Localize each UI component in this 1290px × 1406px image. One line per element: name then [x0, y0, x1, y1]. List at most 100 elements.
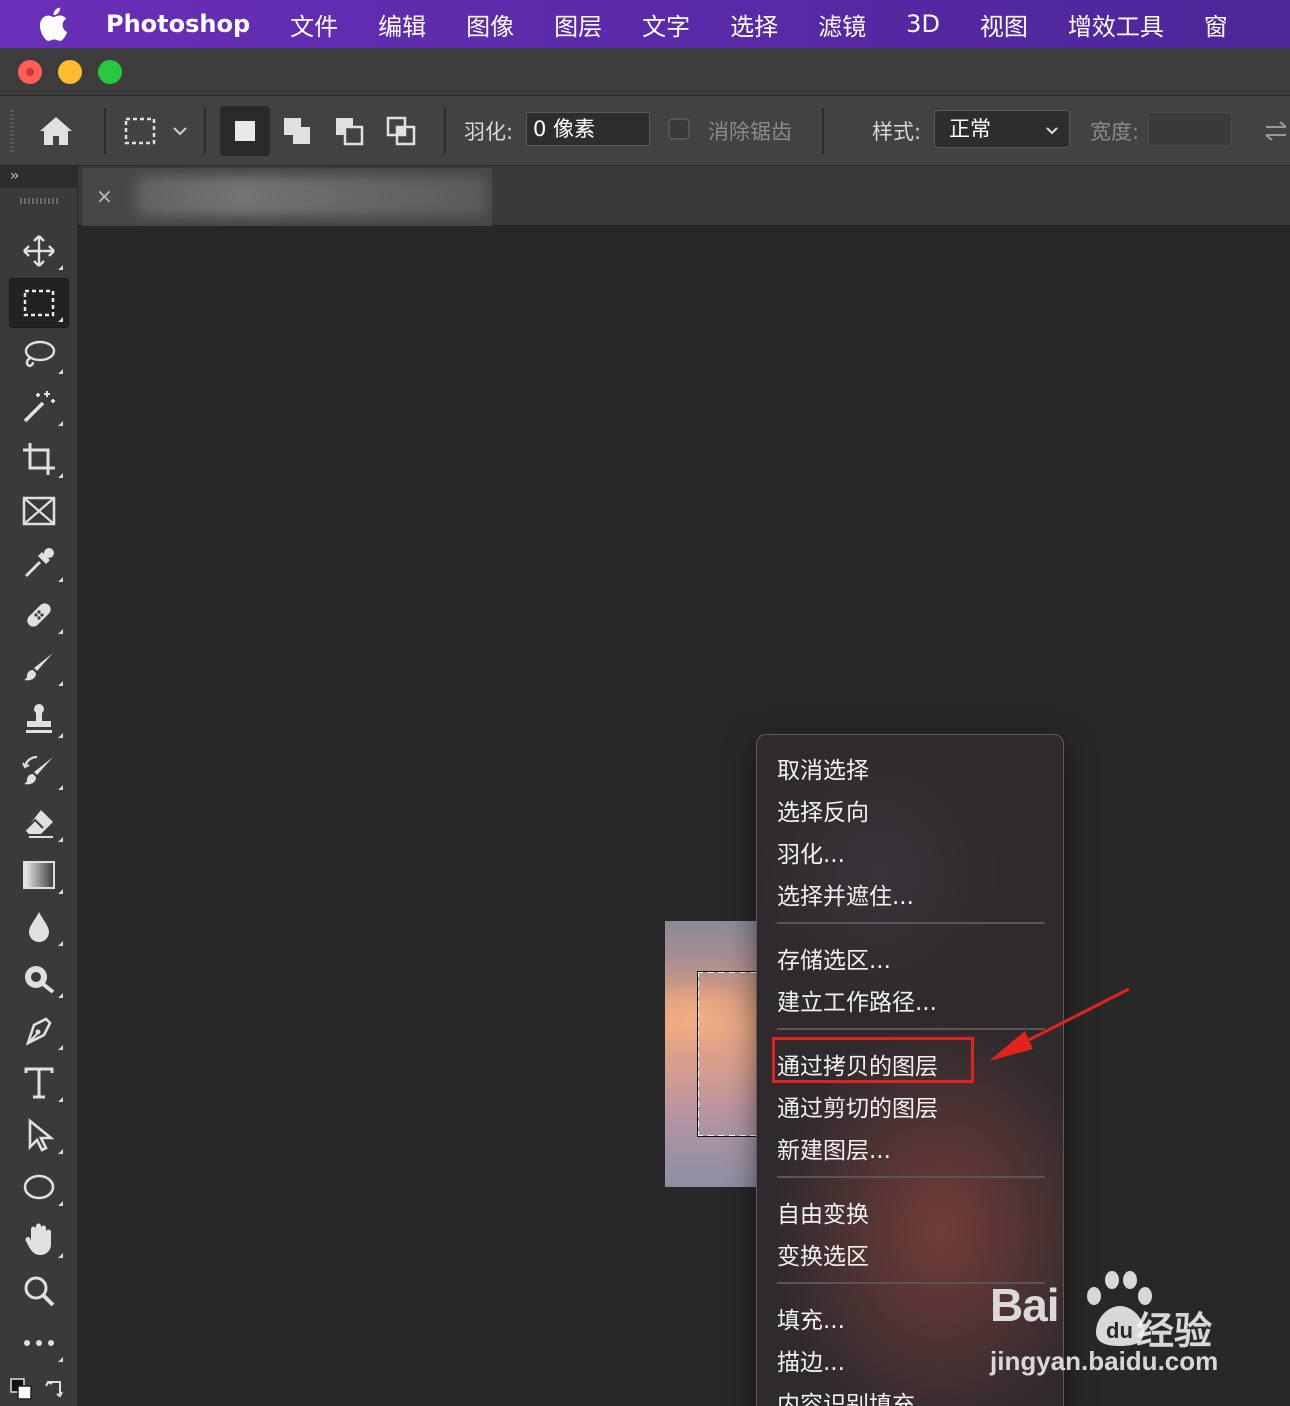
menu-item-select-and-mask[interactable]: 选择并遮住...: [777, 877, 914, 911]
options-bar-grip[interactable]: [10, 110, 14, 152]
chevron-down-icon: [1045, 111, 1059, 147]
zoom-window-button[interactable]: [98, 60, 122, 84]
divider: [204, 108, 206, 154]
eraser-tool-icon[interactable]: [9, 798, 69, 848]
menu-type[interactable]: 文字: [642, 7, 690, 42]
menu-file[interactable]: 文件: [290, 7, 338, 42]
gradient-tool-icon[interactable]: [9, 850, 69, 900]
more-tools-icon[interactable]: [9, 1318, 69, 1368]
divider: [104, 108, 106, 154]
tool-submenu-indicator: [58, 1149, 63, 1154]
close-tab-icon[interactable]: ×: [96, 184, 113, 208]
divider: [444, 108, 446, 154]
menu-layer[interactable]: 图层: [554, 7, 602, 42]
subtract-from-selection-button[interactable]: [324, 106, 374, 156]
menu-item-save-selection[interactable]: 存储选区...: [777, 941, 891, 975]
antialias-checkbox[interactable]: [668, 118, 690, 140]
menu-window[interactable]: 窗: [1204, 7, 1228, 42]
tool-submenu-indicator: [58, 681, 63, 686]
expand-panel-button[interactable]: ››: [0, 166, 78, 188]
move-tool-icon[interactable]: [9, 226, 69, 276]
width-label: 宽度:: [1090, 120, 1140, 144]
history-brush-tool-icon[interactable]: [9, 746, 69, 796]
menu-edit[interactable]: 编辑: [378, 7, 426, 42]
crop-tool-icon[interactable]: [9, 434, 69, 484]
tool-submenu-indicator: [58, 421, 63, 426]
window-titlebar: [0, 48, 1290, 96]
style-select[interactable]: 正常: [934, 110, 1070, 148]
menu-item-free-transform[interactable]: 自由变换: [777, 1195, 869, 1229]
tool-submenu-indicator: [58, 317, 63, 322]
menu-filter[interactable]: 滤镜: [818, 7, 866, 42]
menu-separator: [777, 922, 1045, 924]
intersect-selection-button[interactable]: [376, 106, 426, 156]
mac-menubar: Photoshop 文件 编辑 图像 图层 文字 选择 滤镜 3D 视图 增效工…: [0, 0, 1290, 48]
chevron-down-icon[interactable]: [168, 120, 192, 142]
blur-tool-icon[interactable]: [9, 902, 69, 952]
new-selection-button[interactable]: [220, 106, 270, 156]
menu-plugins[interactable]: 增效工具: [1068, 7, 1164, 42]
menu-item-stroke[interactable]: 描边...: [777, 1343, 845, 1377]
swap-colors-icon[interactable]: [44, 1378, 66, 1404]
canvas-area[interactable]: [82, 227, 1290, 1406]
tool-submenu-indicator: [58, 941, 63, 946]
antialias-label: 消除锯齿: [708, 120, 792, 144]
magic-wand-tool-icon[interactable]: [9, 382, 69, 432]
tool-submenu-indicator: [58, 733, 63, 738]
dodge-tool-icon[interactable]: [9, 954, 69, 1004]
swap-icon[interactable]: [1262, 118, 1290, 144]
minimize-window-button[interactable]: [58, 60, 82, 84]
menu-item-deselect[interactable]: 取消选择: [777, 751, 869, 785]
close-window-button[interactable]: [18, 60, 42, 84]
tool-submenu-indicator: [58, 1201, 63, 1206]
frame-tool-icon[interactable]: [9, 486, 69, 536]
menu-item-make-work-path[interactable]: 建立工作路径...: [777, 983, 937, 1017]
menu-app-photoshop[interactable]: Photoshop: [106, 10, 250, 38]
menu-item-fill[interactable]: 填充...: [777, 1301, 845, 1335]
tool-submenu-indicator: [58, 837, 63, 842]
tool-submenu-indicator: [58, 473, 63, 478]
pen-tool-icon[interactable]: [9, 1006, 69, 1056]
menu-view[interactable]: 视图: [980, 7, 1028, 42]
feather-label: 羽化:: [464, 120, 514, 144]
tool-submenu-indicator: [58, 629, 63, 634]
default-colors-icon[interactable]: [10, 1378, 32, 1404]
menu-select[interactable]: 选择: [730, 7, 778, 42]
menu-item-new-layer[interactable]: 新建图层...: [777, 1131, 891, 1165]
tools-panel-grip[interactable]: [20, 198, 58, 204]
menu-image[interactable]: 图像: [466, 7, 514, 42]
menu-item-transform-selection[interactable]: 变换选区: [777, 1237, 869, 1271]
brush-tool-icon[interactable]: [9, 642, 69, 692]
width-input[interactable]: [1148, 112, 1232, 146]
add-to-selection-button[interactable]: [272, 106, 322, 156]
path-selection-tool-icon[interactable]: [9, 1110, 69, 1160]
hand-tool-icon[interactable]: [9, 1214, 69, 1264]
rect-marquee-preset-icon[interactable]: [120, 114, 160, 148]
ellipse-tool-icon[interactable]: [9, 1162, 69, 1212]
tools-panel: ››: [0, 166, 78, 1406]
healing-brush-tool-icon[interactable]: [9, 590, 69, 640]
menu-item-content-aware-fill[interactable]: 内容识别填充...: [777, 1385, 937, 1406]
rectangular-marquee-tool-icon[interactable]: [9, 278, 69, 328]
divider: [822, 108, 824, 154]
lasso-tool-icon[interactable]: [9, 330, 69, 380]
red-arrow-annotation: [989, 987, 1130, 1061]
tool-submenu-indicator: [58, 785, 63, 790]
tool-submenu-indicator: [58, 1097, 63, 1102]
tool-submenu-indicator: [58, 889, 63, 894]
tool-submenu-indicator: [58, 369, 63, 374]
zoom-tool-icon[interactable]: [9, 1266, 69, 1316]
clone-stamp-tool-icon[interactable]: [9, 694, 69, 744]
svg-text:du: du: [1106, 1318, 1133, 1343]
menu-item-layer-via-cut[interactable]: 通过剪切的图层: [777, 1089, 938, 1123]
menu-item-feather[interactable]: 羽化...: [777, 835, 845, 869]
home-icon[interactable]: [36, 114, 76, 148]
tool-submenu-indicator: [58, 993, 63, 998]
apple-icon[interactable]: [0, 0, 106, 48]
eyedropper-tool-icon[interactable]: [9, 538, 69, 588]
menu-item-select-inverse[interactable]: 选择反向: [777, 793, 869, 827]
type-tool-icon[interactable]: [9, 1058, 69, 1108]
feather-input[interactable]: 0 像素: [526, 112, 650, 146]
document-tab[interactable]: ×: [82, 168, 492, 226]
menu-3d[interactable]: 3D: [906, 10, 940, 38]
